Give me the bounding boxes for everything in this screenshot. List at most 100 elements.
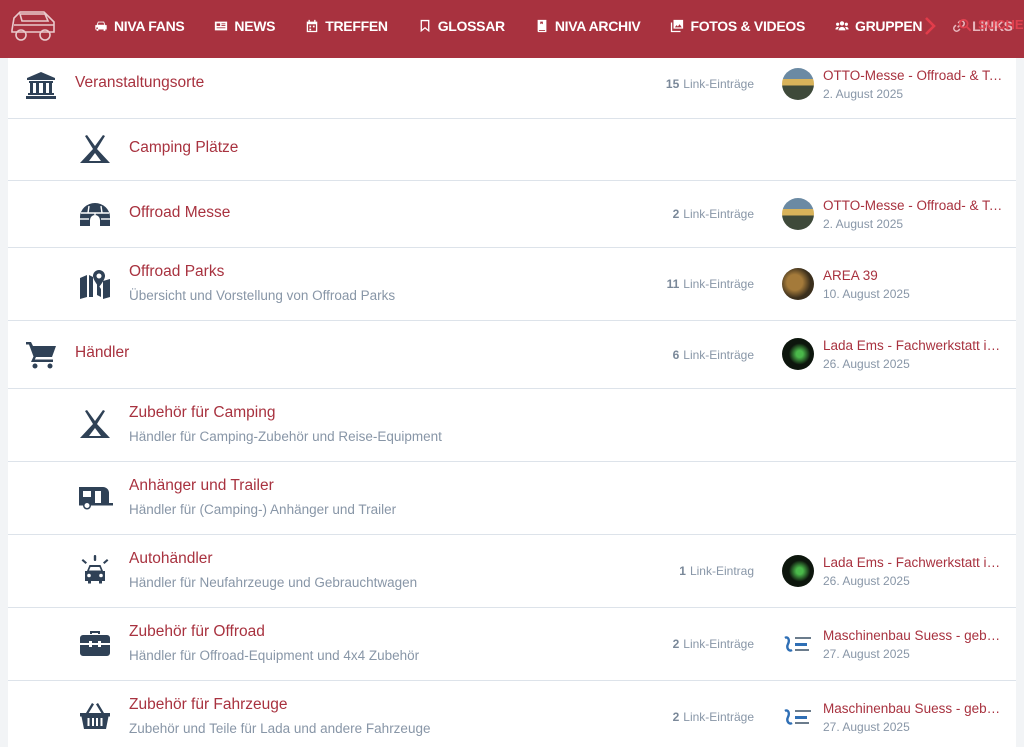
- count-label: Link-Einträge: [683, 637, 754, 651]
- nav-fotos-videos[interactable]: FOTOS & VIDEOS: [670, 18, 805, 34]
- latest-entry: OTTO-Messe - Offroad- & Tech... 2. Augus…: [782, 68, 1012, 102]
- top-navigation: NIVA FANS NEWS TREFFEN GLOSSAR NIVA ARCH…: [0, 0, 1024, 58]
- avatar[interactable]: [782, 268, 814, 300]
- latest-entry-date: 26. August 2025: [823, 574, 910, 588]
- entry-count: 15 Link-Einträge: [666, 77, 754, 91]
- bookmark-icon: [420, 19, 430, 33]
- latest-entry-link[interactable]: Lada Ems - Fachwerkstatt in...: [823, 555, 1003, 570]
- category-row[interactable]: Camping Plätze: [8, 119, 1016, 181]
- latest-entry-link[interactable]: Maschinenbau Suess - gebla...: [823, 701, 1003, 716]
- entry-count: 11 Link-Einträge: [667, 277, 754, 291]
- latest-entry-date: 27. August 2025: [823, 647, 910, 661]
- latest-entry-date: 26. August 2025: [823, 357, 910, 371]
- count-label: Link-Einträge: [683, 77, 754, 91]
- nav-niva-fans[interactable]: NIVA FANS: [94, 18, 185, 34]
- category-description: Händler für (Camping-) Anhänger und Trai…: [129, 502, 397, 517]
- count-value: 11: [666, 277, 680, 291]
- nav-gruppen[interactable]: GRUPPEN: [835, 18, 922, 34]
- category-title[interactable]: Zubehör für Offroad: [129, 623, 265, 641]
- latest-entry-date: 27. August 2025: [823, 720, 910, 734]
- link-category-list: Veranstaltungsorte 15 Link-Einträge OTTO-…: [8, 58, 1016, 747]
- latest-entry: AREA 39 10. August 2025: [782, 268, 1012, 302]
- count-label: Link-Eintrag: [689, 564, 754, 578]
- book-icon: [537, 19, 547, 33]
- toolbox-icon: [80, 631, 110, 656]
- entry-count: 1 Link-Eintrag: [679, 564, 754, 578]
- suess-logo-icon: [784, 709, 811, 725]
- count-value: 2: [672, 207, 680, 221]
- search-icon: [958, 18, 972, 31]
- entry-count: 6 Link-Einträge: [673, 348, 754, 362]
- igloo-icon: [80, 203, 110, 226]
- category-title[interactable]: Autohändler: [129, 550, 213, 568]
- count-value: 6: [672, 348, 680, 362]
- category-row[interactable]: Zubehör für Camping Händler für Camping-…: [8, 389, 1016, 462]
- nav-label: GLOSSAR: [437, 18, 505, 34]
- nav-label: NEWS: [234, 18, 276, 34]
- search-button[interactable]: SUCHE: [958, 17, 1024, 32]
- avatar[interactable]: [782, 198, 814, 230]
- nav-treffen[interactable]: TREFFEN: [305, 18, 388, 34]
- nav-news[interactable]: NEWS: [214, 18, 276, 34]
- latest-entry-link[interactable]: OTTO-Messe - Offroad- & Tech...: [823, 198, 1003, 213]
- avatar[interactable]: [782, 338, 814, 370]
- nav-label: GRUPPEN: [855, 18, 923, 34]
- latest-entry-link[interactable]: Lada Ems - Fachwerkstatt in...: [823, 338, 1003, 353]
- category-title[interactable]: Offroad Messe: [129, 204, 230, 222]
- entry-count: 2 Link-Einträge: [673, 637, 754, 651]
- avatar[interactable]: [782, 628, 814, 660]
- avatar[interactable]: [782, 701, 814, 733]
- chevron-right-icon[interactable]: [922, 15, 938, 37]
- avatar[interactable]: [782, 68, 814, 100]
- latest-entry-link[interactable]: Maschinenbau Suess - gebla...: [823, 628, 1003, 643]
- category-title[interactable]: Veranstaltungsorte: [75, 74, 204, 92]
- category-description: Übersicht und Vorstellung von Offroad Pa…: [129, 288, 396, 303]
- avatar[interactable]: [782, 555, 814, 587]
- category-row[interactable]: Offroad Parks Übersicht und Vorstellung …: [8, 248, 1016, 321]
- category-title[interactable]: Zubehör für Fahrzeuge: [129, 696, 288, 714]
- users-icon: [835, 21, 849, 31]
- category-row[interactable]: Händler 6 Link-Einträge Lada Ems - Fachwe…: [8, 321, 1016, 389]
- count-value: 1: [679, 564, 686, 578]
- category-row[interactable]: Zubehör für Offroad Händler für Offroad-…: [8, 608, 1016, 681]
- count-label: Link-Einträge: [683, 710, 754, 724]
- latest-entry: OTTO-Messe - Offroad- & Tech... 2. Augus…: [782, 198, 1012, 232]
- category-title[interactable]: Anhänger und Trailer: [129, 477, 274, 495]
- category-row[interactable]: Offroad Messe 2 Link-Einträge OTTO-Messe …: [8, 181, 1016, 248]
- images-icon: [671, 19, 684, 33]
- shopping-cart-icon: [26, 342, 56, 369]
- category-title[interactable]: Offroad Parks: [129, 263, 224, 281]
- nav-niva-archiv[interactable]: NIVA ARCHIV: [535, 18, 641, 34]
- tent-icon: [80, 135, 110, 163]
- suess-logo-icon: [784, 636, 811, 652]
- tent-icon: [80, 410, 110, 438]
- category-row[interactable]: Zubehör für Fahrzeuge Zubehör und Teile …: [8, 681, 1016, 747]
- newspaper-icon: [215, 21, 228, 31]
- main-menu: NIVA FANS NEWS TREFFEN GLOSSAR NIVA ARCH…: [94, 0, 1024, 52]
- latest-entry-link[interactable]: OTTO-Messe - Offroad- & Tech...: [823, 68, 1003, 83]
- count-label: Link-Einträge: [683, 207, 754, 221]
- category-title[interactable]: Camping Plätze: [129, 139, 238, 157]
- category-row[interactable]: Veranstaltungsorte 15 Link-Einträge OTTO-…: [8, 58, 1016, 119]
- category-title[interactable]: Zubehör für Camping: [129, 404, 275, 422]
- count-value: 2: [672, 637, 680, 651]
- entry-count: 2 Link-Einträge: [673, 710, 754, 724]
- count-value: 2: [672, 710, 680, 724]
- niva-logo-icon[interactable]: [8, 6, 58, 46]
- category-title[interactable]: Händler: [75, 344, 129, 362]
- count-label: Link-Einträge: [683, 277, 754, 291]
- nav-label: NIVA ARCHIV: [554, 18, 641, 34]
- category-description: Zubehör und Teile für Lada und andere Fa…: [129, 721, 431, 736]
- category-row[interactable]: Anhänger und Trailer Händler für (Campin…: [8, 462, 1016, 535]
- latest-entry: Maschinenbau Suess - gebla... 27. August…: [782, 628, 1012, 662]
- nav-label: TREFFEN: [325, 18, 388, 34]
- nav-label: NIVA FANS: [114, 18, 185, 34]
- car-alert-icon: [81, 555, 109, 584]
- count-label: Link-Einträge: [683, 348, 754, 362]
- category-row[interactable]: Autohändler Händler für Neufahrzeuge und…: [8, 535, 1016, 608]
- latest-entry-link[interactable]: AREA 39: [823, 268, 1003, 283]
- nav-glossar[interactable]: GLOSSAR: [418, 18, 505, 34]
- caravan-icon: [79, 487, 113, 510]
- latest-entry: Lada Ems - Fachwerkstatt in... 26. Augus…: [782, 555, 1012, 589]
- latest-entry: Lada Ems - Fachwerkstatt in... 26. Augus…: [782, 338, 1012, 372]
